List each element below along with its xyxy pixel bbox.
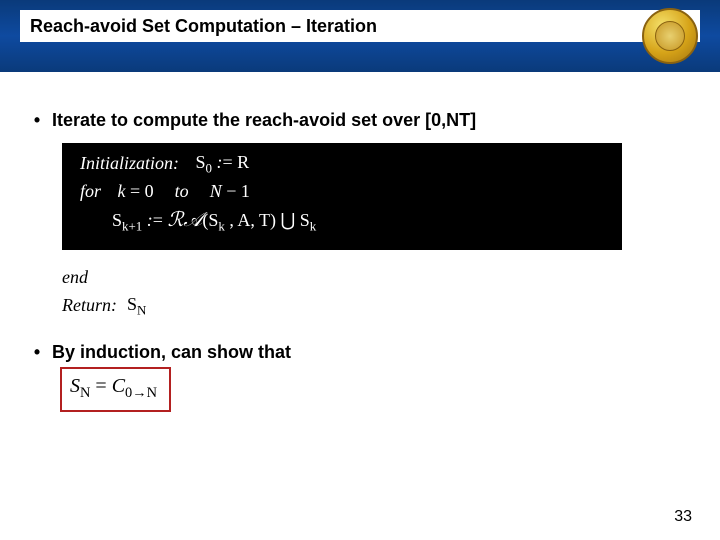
algo-for-line: for k = 0 to N − 1 — [80, 178, 604, 205]
seal-inner — [655, 21, 685, 51]
for-to: N − 1 — [210, 178, 250, 205]
boxed-formula: SN = C0→N — [70, 375, 157, 397]
algo-step-line: Sk+1 := ℛ𝒜(Sk , A, T) ⋃ Sk — [80, 205, 604, 236]
bullet-iterate: • Iterate to compute the reach-avoid set… — [30, 110, 690, 131]
page-title: Reach-avoid Set Computation – Iteration — [20, 10, 700, 42]
init-label: Initialization: — [80, 150, 179, 177]
page-number: 33 — [674, 508, 692, 526]
for-from: k = 0 — [118, 178, 154, 205]
to-label: to — [175, 178, 189, 205]
bullet-induction-text: By induction, can show that — [52, 342, 291, 363]
init-formula: S0 := R — [196, 149, 250, 178]
title-text: Reach-avoid Set Computation – Iteration — [30, 16, 377, 37]
for-label: for — [80, 178, 101, 205]
slide-body: • Iterate to compute the reach-avoid set… — [0, 72, 720, 412]
bullet-dot-icon: • — [30, 110, 44, 131]
boxed-equation: SN = C0→N — [60, 367, 171, 412]
end-label: end — [62, 264, 690, 291]
return-label: Return: — [62, 292, 117, 319]
algo-end-return: end Return: SN — [62, 264, 690, 320]
step-formula: Sk+1 := ℛ𝒜(Sk , A, T) ⋃ Sk — [112, 205, 316, 236]
return-formula: SN — [127, 291, 146, 320]
algo-init-line: Initialization: S0 := R — [80, 149, 604, 178]
university-seal-icon — [642, 8, 698, 64]
return-line: Return: SN — [62, 291, 690, 320]
bullet-iterate-text: Iterate to compute the reach-avoid set o… — [52, 110, 476, 131]
bullet-dot-icon: • — [30, 342, 44, 363]
algorithm-box: Initialization: S0 := R for k = 0 to N −… — [62, 143, 622, 250]
bullet-induction: • By induction, can show that — [30, 342, 690, 363]
slide-header: Reach-avoid Set Computation – Iteration — [0, 0, 720, 72]
